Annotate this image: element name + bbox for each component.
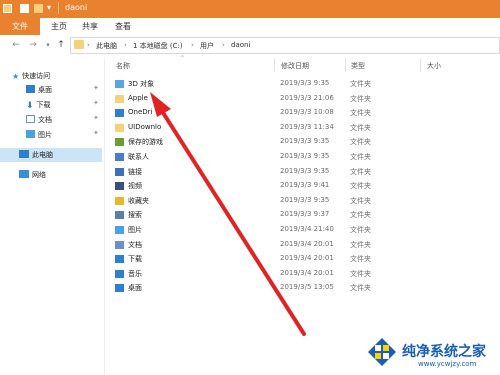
watermark-url: www.ycwjzy.com [418,360,477,368]
arrow-head [150,92,171,117]
arrow-shaft [158,106,306,336]
annotation-arrow [150,92,306,336]
watermark-text: 纯净系统之家 [402,344,486,360]
watermark-logo-icon [368,338,396,366]
